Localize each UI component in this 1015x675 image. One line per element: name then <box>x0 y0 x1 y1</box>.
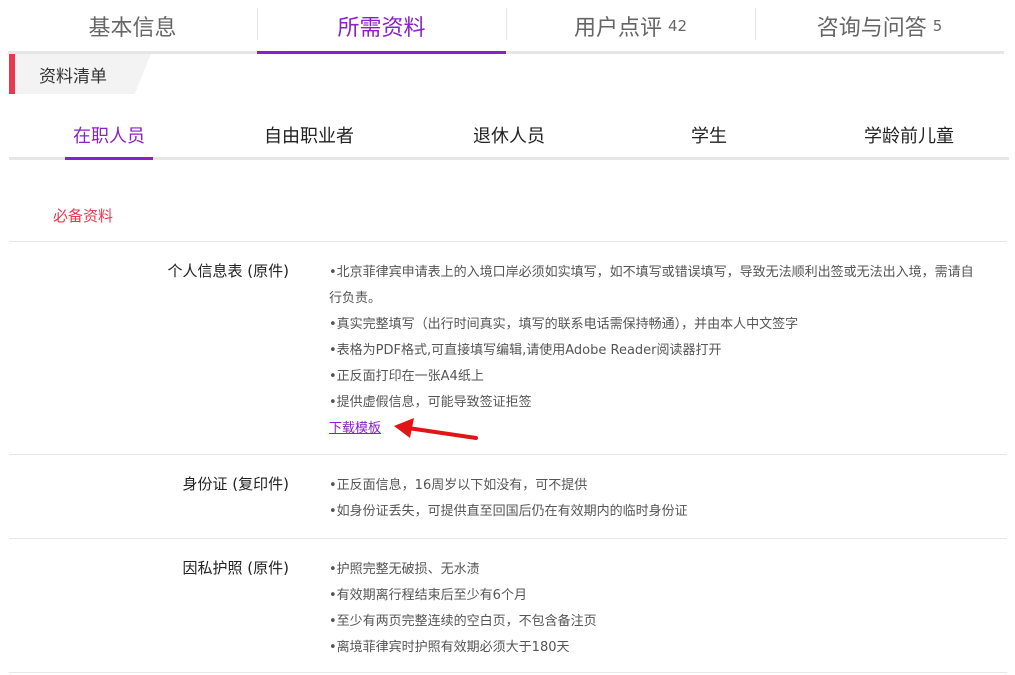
note-item: •离境菲律宾时护照有效期必须大于180天 <box>329 640 570 655</box>
note-item: •表格为PDF格式,可直接填写编辑,请使用Adobe Reader阅读器打开 <box>329 343 722 358</box>
document-row: 因私护照 (原件) •护照完整无破损、无水渍 •有效期离行程结束后至少有6个月 … <box>9 539 1007 673</box>
note-item: •至少有两页完整连续的空白页，不包含备注页 <box>329 614 597 629</box>
top-tabs: 基本信息 所需资料 用户点评 42 咨询与问答 5 <box>8 0 1004 54</box>
tab-retired[interactable]: 退休人员 <box>409 112 609 157</box>
section-header: 资料清单 <box>9 54 157 94</box>
tab-employed[interactable]: 在职人员 <box>9 112 209 160</box>
tab-student[interactable]: 学生 <box>609 112 809 157</box>
note-item: •护照完整无破损、无水渍 <box>329 562 480 577</box>
tab-freelancer[interactable]: 自由职业者 <box>209 112 409 157</box>
note-item: •正反面信息，16周岁以下如没有，可不提供 <box>329 478 588 493</box>
sub-tab-label: 自由职业者 <box>264 125 354 147</box>
section-marker <box>9 54 15 94</box>
document-name: 因私护照 (原件) <box>182 559 289 577</box>
tab-basic-info[interactable]: 基本信息 <box>8 0 257 51</box>
reviews-count: 42 <box>667 16 688 35</box>
document-list: 个人信息表 (原件) •北京菲律宾申请表上的入境口岸必须如实填写，如不填写或错误… <box>9 241 1007 673</box>
note-item: •北京菲律宾申请表上的入境口岸必须如实填写，如不填写或错误填写，导致无法顺利出签… <box>329 265 974 306</box>
required-documents-title: 必备资料 <box>53 207 114 225</box>
tab-required-documents[interactable]: 所需资料 <box>257 0 506 54</box>
note-item: •提供虚假信息，可能导致签证拒签 <box>329 395 532 410</box>
section-title: 资料清单 <box>39 66 107 87</box>
note-item: •真实完整填写（出行时间真实，填写的联系电话需保持畅通），并由本人中文签字 <box>329 317 799 332</box>
tab-label: 用户点评 <box>573 15 662 41</box>
tab-label: 基本信息 <box>88 15 177 41</box>
document-row: 个人信息表 (原件) •北京菲律宾申请表上的入境口岸必须如实填写，如不填写或错误… <box>9 242 1007 455</box>
sub-tab-label: 在职人员 <box>73 125 145 147</box>
tab-preschool-child[interactable]: 学龄前儿童 <box>809 112 1009 157</box>
note-item: •有效期离行程结束后至少有6个月 <box>329 588 527 603</box>
document-notes: •护照完整无破损、无水渍 •有效期离行程结束后至少有6个月 •至少有两页完整连续… <box>329 539 979 672</box>
tab-label: 咨询与问答 <box>816 15 927 41</box>
sub-tab-label: 学龄前儿童 <box>864 125 954 147</box>
download-template-link[interactable]: 下载模板 <box>329 416 381 442</box>
qa-count: 5 <box>932 16 943 35</box>
tab-qa[interactable]: 咨询与问答 5 <box>755 0 1004 51</box>
sub-tab-label: 退休人员 <box>473 125 545 147</box>
document-row: 身份证 (复印件) •正反面信息，16周岁以下如没有，可不提供 •如身份证丢失，… <box>9 455 1007 539</box>
tab-label: 所需资料 <box>337 15 426 41</box>
note-item: •正反面打印在一张A4纸上 <box>329 369 484 384</box>
note-item: •如身份证丢失，可提供直至回国后仍在有效期内的临时身份证 <box>329 504 688 519</box>
section-label-box: 资料清单 <box>15 54 151 94</box>
applicant-type-tabs: 在职人员 自由职业者 退休人员 学生 学龄前儿童 <box>9 112 1009 160</box>
tab-user-reviews[interactable]: 用户点评 42 <box>506 0 755 51</box>
sub-tab-label: 学生 <box>691 125 727 147</box>
red-arrow-icon <box>394 418 478 440</box>
document-name: 个人信息表 (原件) <box>167 262 289 280</box>
document-notes: •正反面信息，16周岁以下如没有，可不提供 •如身份证丢失，可提供直至回国后仍在… <box>329 455 979 538</box>
document-name: 身份证 (复印件) <box>182 475 289 493</box>
